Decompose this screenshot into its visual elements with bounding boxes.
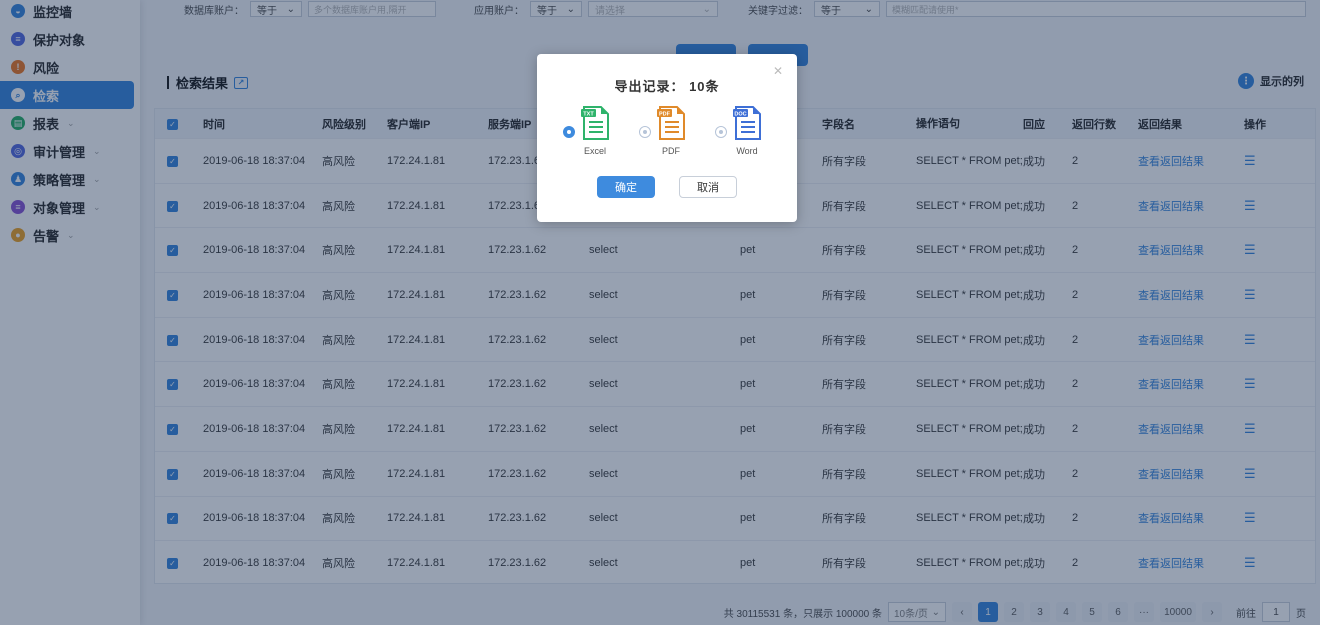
radio-dot <box>643 130 647 134</box>
radio-dot <box>567 130 571 134</box>
svg-text:DOC: DOC <box>734 112 746 118</box>
format-option-word[interactable]: DOC Word <box>715 106 761 156</box>
format-option-pdf[interactable]: PDF PDF <box>639 106 685 156</box>
excel-file-icon: TXT <box>581 106 609 140</box>
word-file-icon: DOC <box>733 106 761 140</box>
format-label: PDF <box>662 146 680 156</box>
format-col: PDF PDF <box>657 106 685 156</box>
dialog-title: 导出记录： 10条 <box>614 79 720 94</box>
cancel-button[interactable]: 取消 <box>679 176 737 198</box>
radio-dot <box>719 130 723 134</box>
format-col: TXT Excel <box>581 106 609 156</box>
format-radio[interactable] <box>639 126 651 138</box>
format-radio[interactable] <box>715 126 727 138</box>
confirm-button[interactable]: 确定 <box>597 176 655 198</box>
format-label: Word <box>736 146 758 156</box>
svg-text:TXT: TXT <box>583 112 594 118</box>
format-col: DOC Word <box>733 106 761 156</box>
pdf-file-icon: PDF <box>657 106 685 140</box>
format-option-excel[interactable]: TXT Excel <box>563 106 609 156</box>
format-label: Excel <box>583 146 606 156</box>
export-dialog: ✕ 导出记录： 10条 TXT Excel PDF PDF DOC Word 确定 取消 <box>537 54 797 222</box>
svg-text:PDF: PDF <box>659 112 671 118</box>
format-radio[interactable] <box>563 126 575 138</box>
